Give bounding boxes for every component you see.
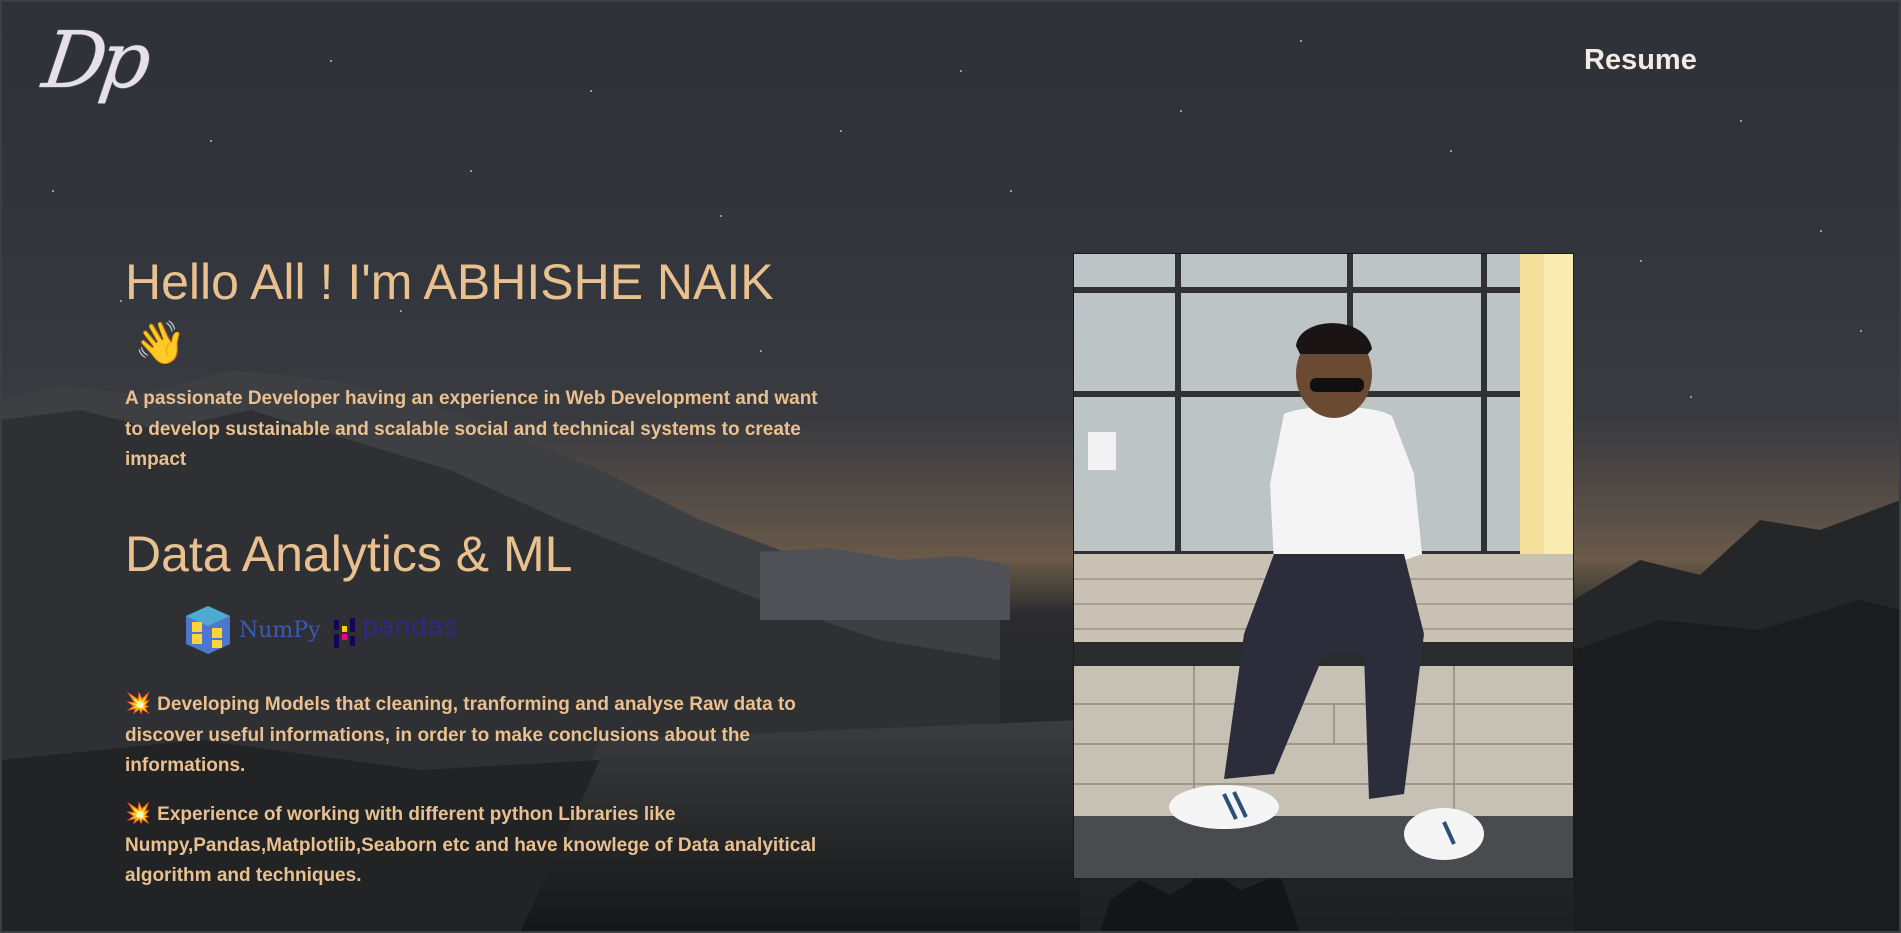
skill-point: 💥 Developing Models that cleaning, tranfo… <box>125 688 845 782</box>
waving-hand-icon: 👋 <box>134 318 187 367</box>
hero-greeting: Hello All ! I'm ABHISHE NAIK <box>125 254 774 310</box>
skill-point: 💥 Experience of working with different py… <box>125 798 845 892</box>
numpy-label: NumPy <box>239 618 321 643</box>
pandas-label: pandas <box>362 612 457 642</box>
collision-icon: 💥 <box>125 801 152 825</box>
section-title: Data Analytics & ML <box>125 526 573 582</box>
resume-link[interactable]: Resume <box>1584 44 1697 77</box>
pandas-icon <box>334 618 355 648</box>
collision-icon: 💥 <box>125 691 152 715</box>
numpy-icon <box>186 606 230 654</box>
person-photo-illustration <box>1074 254 1573 878</box>
hero-intro: A passionate Developer having an experie… <box>125 388 818 470</box>
site-logo[interactable]: Dp <box>38 16 186 106</box>
profile-photo <box>1073 253 1574 879</box>
skill-point-text: Experience of working with different pyt… <box>125 804 817 886</box>
skill-point-text: Developing Models that cleaning, tranfor… <box>125 694 796 776</box>
